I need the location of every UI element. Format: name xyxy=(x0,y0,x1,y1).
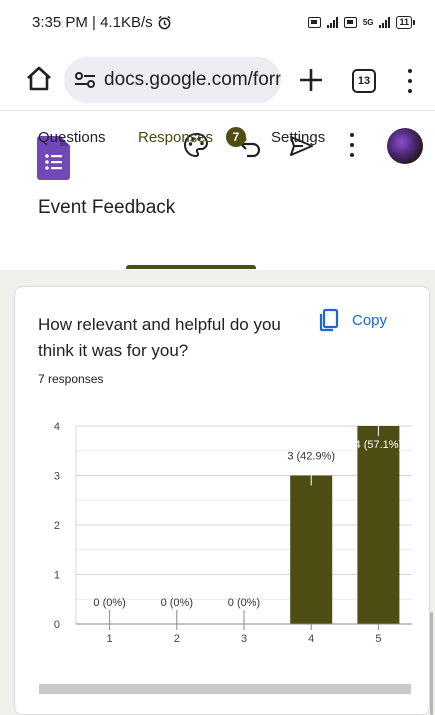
copy-label: Copy xyxy=(352,311,388,329)
next-card-edge xyxy=(39,684,411,694)
active-tab-indicator xyxy=(126,265,256,269)
data-label: 0 (0%) xyxy=(228,597,260,609)
tab-settings[interactable]: Settings xyxy=(271,129,325,146)
question-text: How relevant and helpful do you think it… xyxy=(38,315,281,360)
data-label: 0 (0%) xyxy=(93,597,125,609)
responses-badge: 7 xyxy=(226,127,246,147)
x-tick-label: 5 xyxy=(375,633,381,645)
more-vert-icon[interactable] xyxy=(404,67,416,95)
data-label: 3 (42.9%) xyxy=(287,451,335,463)
response-count: 7 responses xyxy=(38,372,104,386)
bar-chart: 0 1 2 3 4 0 (0%) 1 0 (0%) 2 0 (0%) 3 3 (42.9%) 4 4 (5… xyxy=(54,421,412,645)
y-tick-label: 2 xyxy=(54,520,60,532)
data-label: 4 (57.1%) xyxy=(355,439,403,451)
data-label: 0 (0%) xyxy=(161,597,193,609)
sim-icon-2 xyxy=(343,16,357,28)
home-icon[interactable] xyxy=(24,64,54,94)
bar xyxy=(357,426,400,624)
tab-questions[interactable]: Questions xyxy=(38,129,106,146)
tab-responses[interactable]: Responses xyxy=(138,129,213,146)
tune-icon[interactable] xyxy=(74,70,96,90)
y-tick-label: 1 xyxy=(54,570,60,582)
x-tick-label: 4 xyxy=(308,633,314,645)
plus-icon[interactable] xyxy=(296,65,326,95)
battery-level: 11 xyxy=(396,15,412,29)
x-tick-label: 3 xyxy=(241,633,247,645)
network-type: 5G xyxy=(362,17,374,27)
y-tick-label: 4 xyxy=(54,421,60,433)
address-bar[interactable]: docs.google.com/forr xyxy=(64,57,281,103)
x-tick-label: 1 xyxy=(107,633,113,645)
form-title: Event Feedback xyxy=(38,197,176,218)
avatar[interactable] xyxy=(387,128,423,164)
status-left: 3:35 PM | 4.1KB/s xyxy=(32,14,172,31)
status-time: 3:35 PM | 4.1KB/s xyxy=(32,13,153,31)
browser-toolbar: docs.google.com/forr 13 xyxy=(0,52,435,108)
y-tick-label: 3 xyxy=(54,471,60,483)
bar xyxy=(290,475,333,624)
scrollbar[interactable] xyxy=(430,612,433,715)
copy-icon xyxy=(319,308,339,332)
signal-icon-2 xyxy=(379,16,391,28)
status-right: 5G 11 xyxy=(307,15,415,29)
alarm-icon xyxy=(158,15,171,29)
url-text: docs.google.com/forr xyxy=(104,69,281,90)
signal-icon xyxy=(326,16,338,28)
sim-icon xyxy=(307,16,321,28)
y-tick-label: 0 xyxy=(54,619,60,631)
x-tick-label: 2 xyxy=(174,633,180,645)
more-vert-icon-header[interactable] xyxy=(347,133,357,157)
battery-icon: 11 xyxy=(396,15,415,29)
tabs-button[interactable]: 13 xyxy=(352,69,376,93)
status-bar: 3:35 PM | 4.1KB/s 5G 11 xyxy=(0,0,435,44)
copy-button[interactable]: Copy xyxy=(318,305,387,335)
